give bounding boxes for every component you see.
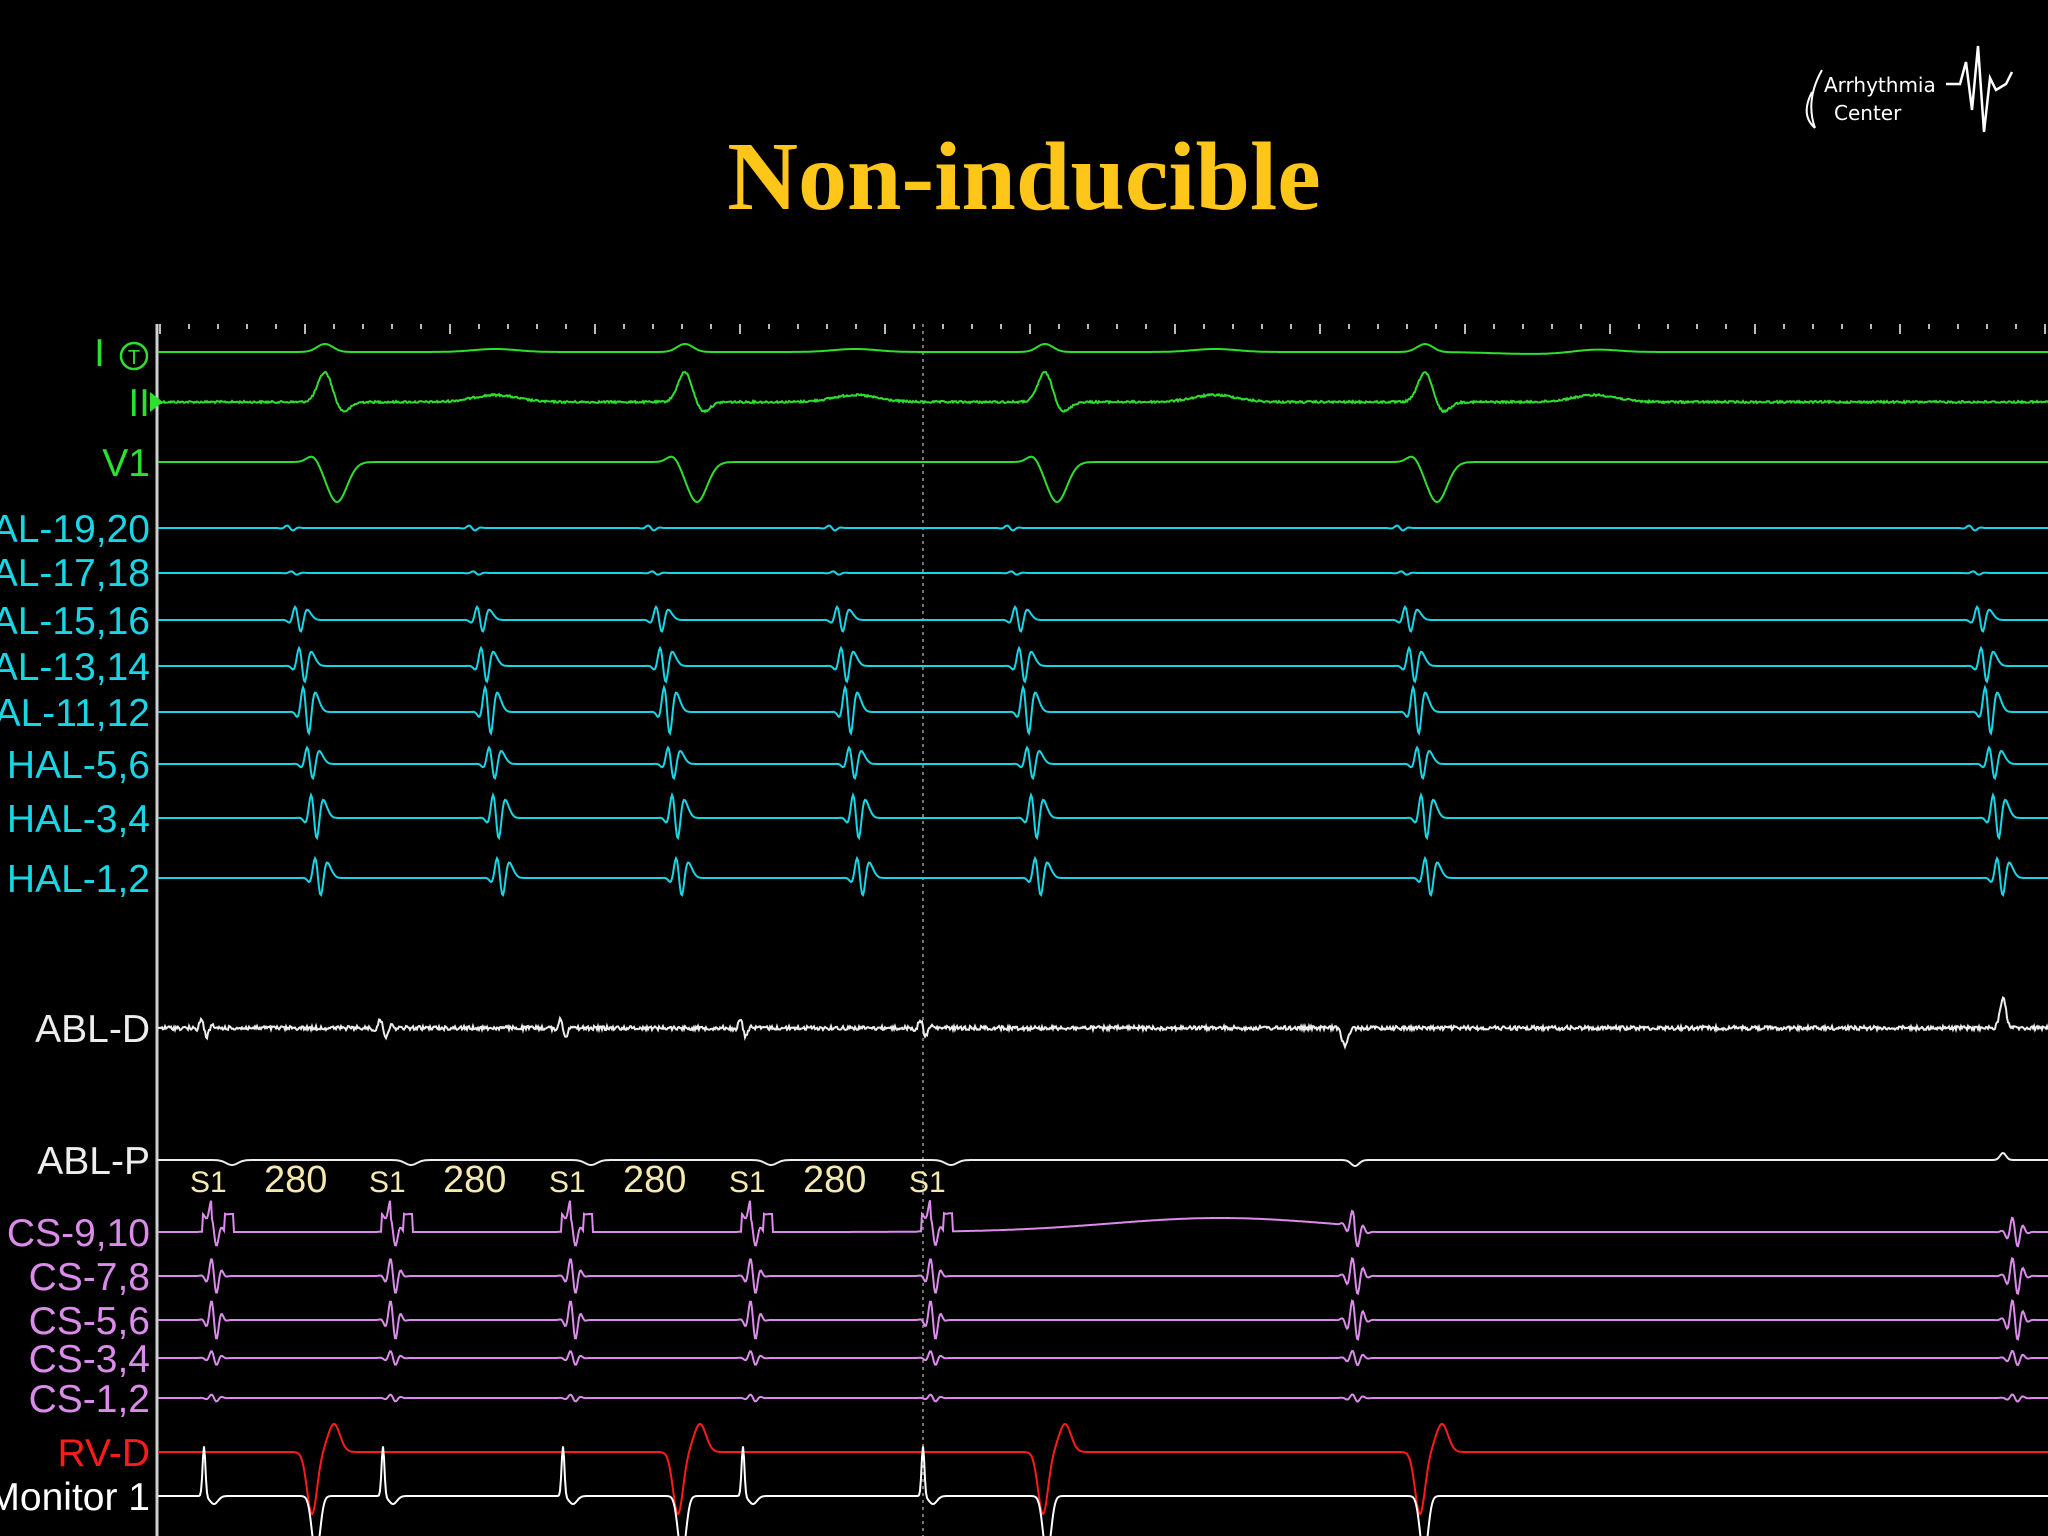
t-marker-label: T bbox=[128, 347, 140, 369]
channel-label-cs-9-10: CS-9,10 bbox=[7, 1212, 150, 1255]
channel-label-cs-7-8: CS-7,8 bbox=[29, 1256, 150, 1299]
channel-label-cs-3-4: CS-3,4 bbox=[29, 1338, 150, 1381]
trace-hal-15-16 bbox=[158, 605, 2048, 633]
trace-cs-3-4 bbox=[158, 1349, 2048, 1367]
channel-label-hal-17-18: HAL-17,18 bbox=[0, 552, 150, 595]
stim-label: S1 bbox=[190, 1166, 227, 1199]
time-axis bbox=[155, 324, 2046, 1536]
electrogram-tracing: Arrhythmia Center IIIV1HAL-19,20HAL-17,1… bbox=[0, 45, 2048, 1536]
channel-label-v1: V1 bbox=[102, 442, 150, 485]
trace-abl-p bbox=[158, 1151, 2048, 1168]
trace-hal-1-2 bbox=[158, 855, 2048, 898]
channel-label-hal-3-4: HAL-3,4 bbox=[7, 798, 150, 841]
channel-label-cs-5-6: CS-5,6 bbox=[29, 1300, 150, 1343]
channel-label-hal-1-2: HAL-1,2 bbox=[7, 858, 150, 901]
trace-v1 bbox=[158, 455, 2048, 504]
logo-line2: Center bbox=[1834, 101, 1902, 125]
trace-ii bbox=[157, 370, 2048, 414]
trace-cs-5-6 bbox=[158, 1299, 2048, 1341]
t-marker-icon: T bbox=[119, 341, 149, 371]
stim-label: S1 bbox=[369, 1166, 406, 1199]
trace-cs-9-10 bbox=[158, 1200, 2048, 1248]
trace-hal-19-20 bbox=[158, 524, 2048, 532]
stim-label: S1 bbox=[729, 1166, 766, 1199]
channel-label-hal-5-6: HAL-5,6 bbox=[7, 744, 150, 787]
trace-hal-3-4 bbox=[158, 791, 2048, 841]
channel-label-hal-11-12: HAL-11,12 bbox=[0, 692, 150, 735]
trace-monitor-1 bbox=[158, 1446, 2048, 1536]
trace-rv-d bbox=[158, 1422, 2048, 1516]
channel-label-hal-19-20: HAL-19,20 bbox=[0, 508, 150, 551]
channel-label-monitor-1: Monitor 1 bbox=[0, 1476, 150, 1519]
channel-label-abl-p: ABL-P bbox=[37, 1140, 150, 1183]
stim-interval-label: 280 bbox=[803, 1159, 866, 1201]
stim-interval-label: 280 bbox=[443, 1159, 506, 1201]
channel-traces bbox=[157, 342, 2048, 1536]
trace-hal-5-6 bbox=[158, 745, 2048, 781]
channel-label-rv-d: RV-D bbox=[58, 1432, 150, 1475]
channel-label-abl-d: ABL-D bbox=[35, 1008, 150, 1051]
trace-i bbox=[158, 342, 2048, 355]
trace-cs-7-8 bbox=[158, 1256, 2048, 1296]
stim-interval-label: 280 bbox=[264, 1159, 327, 1201]
channel-label-ii: II bbox=[128, 382, 150, 425]
trace-cs-1-2 bbox=[158, 1393, 2048, 1403]
channel-label-cs-1-2: CS-1,2 bbox=[29, 1378, 150, 1421]
stim-label: S1 bbox=[909, 1166, 946, 1199]
channel-label-hal-15-16: HAL-15,16 bbox=[0, 600, 150, 643]
slide: Non-inducible Arrhythmia Center IIIV1HAL… bbox=[0, 0, 2048, 1536]
channel-label-i: I bbox=[94, 332, 105, 375]
trace-hal-13-14 bbox=[158, 645, 2048, 684]
arrhythmia-center-logo: Arrhythmia Center bbox=[1805, 45, 2014, 133]
stim-interval-label: 280 bbox=[623, 1159, 686, 1201]
trace-hal-17-18 bbox=[158, 570, 2048, 576]
logo-line1: Arrhythmia bbox=[1824, 73, 1936, 97]
trace-hal-11-12 bbox=[158, 684, 2048, 736]
channel-label-hal-13-14: HAL-13,14 bbox=[0, 646, 150, 689]
stim-label: S1 bbox=[549, 1166, 586, 1199]
stimulus-annotations: S1 280 S1 280 S1 280 S1 280 S1 bbox=[190, 1159, 946, 1201]
channel-labels: IIIV1HAL-19,20HAL-17,18HAL-15,16HAL-13,1… bbox=[0, 332, 150, 1519]
trace-abl-d bbox=[157, 996, 2048, 1050]
